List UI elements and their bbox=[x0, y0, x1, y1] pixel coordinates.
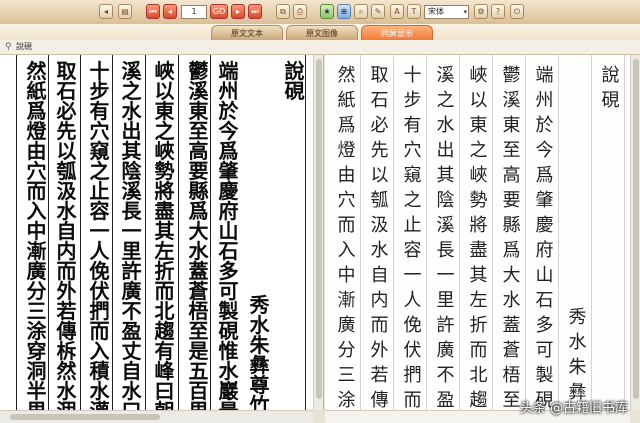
watermark: 头条 @古籍旧书库 bbox=[519, 401, 628, 416]
text-column: 鬱溪東至高要縣爲大水蓋蒼梧至 bbox=[498, 55, 526, 410]
scan-column: 端州於今爲肇慶府山石多可製硯惟水巖最 bbox=[218, 59, 239, 410]
image-horizontal-scrollbar[interactable] bbox=[0, 410, 313, 423]
document-title: 說硯 bbox=[16, 42, 32, 51]
column-rule bbox=[48, 55, 49, 410]
scan-column: 然紙爲燈由穴而入中漸廣分三涂穿洞半里 bbox=[26, 59, 47, 410]
settings-icon[interactable]: ⚙ bbox=[474, 4, 488, 19]
font-icon[interactable]: T bbox=[407, 4, 421, 19]
tab-side-by-side[interactable]: 同屏显示 bbox=[361, 25, 433, 40]
scan-column: 取石必先以瓠汲水自内而外若傳柝然水涸 bbox=[56, 59, 77, 410]
scroll-thumb[interactable] bbox=[10, 414, 160, 420]
page-number-input[interactable]: 1 bbox=[181, 5, 207, 19]
text-column: 說硯 bbox=[597, 55, 625, 410]
column-rule bbox=[112, 55, 113, 410]
text-column: 峽以東之峽勢將盡其左折而北趨 bbox=[465, 55, 493, 410]
scan-image-panel[interactable]: 說硯秀水朱彝尊竹垞端州於今爲肇慶府山石多可製硯惟水巖最鬱溪東至高要縣爲大水蓋蒼梧… bbox=[0, 55, 313, 410]
text-column: 取石必先以瓠汲水自内而外若傳柝 bbox=[366, 55, 394, 410]
scan-column: 鬱溪東至高要縣爲大水蓋蒼梧至是五百里 bbox=[188, 59, 209, 410]
back-icon[interactable]: ◂ bbox=[99, 4, 113, 19]
pin-icon[interactable]: ⚲ bbox=[5, 40, 12, 54]
exit-icon[interactable]: ⏻ bbox=[510, 4, 524, 19]
book-icon[interactable]: ▤ bbox=[118, 4, 132, 19]
text-vertical-scrollbar[interactable] bbox=[630, 55, 640, 410]
text-column: 秀水朱彝 bbox=[564, 55, 592, 410]
panel-divider[interactable] bbox=[323, 55, 324, 410]
text-column: 端州於今爲肇慶府山石多可製硯 bbox=[531, 55, 559, 410]
text-column: 十步有穴窺之止容一人俛伏捫而入 bbox=[399, 55, 427, 410]
font-select[interactable]: 宋体 ▾ bbox=[424, 5, 469, 19]
transcription-panel[interactable]: 說硯秀水朱彝端州於今爲肇慶府山石多可製硯鬱溪東至高要縣爲大水蓋蒼梧至峽以東之峽勢… bbox=[325, 55, 630, 410]
column-rule bbox=[145, 55, 146, 410]
scroll-thumb[interactable] bbox=[633, 59, 639, 399]
search-icon[interactable]: ⌕ bbox=[354, 4, 368, 19]
first-page-icon[interactable]: ⏮ bbox=[146, 4, 160, 19]
bookmark-icon[interactable]: ★ bbox=[320, 4, 334, 19]
go-button[interactable]: GO bbox=[210, 4, 228, 19]
zoom-icon[interactable]: ⊕ bbox=[337, 4, 351, 19]
document-titlebar: ⚲ 說硯 bbox=[0, 40, 640, 55]
scan-column: 秀水朱彝尊竹垞 bbox=[249, 293, 270, 410]
column-rule bbox=[305, 55, 306, 410]
column-rule bbox=[178, 55, 179, 410]
view-tabs: 原文文本 原文图像 同屏显示 bbox=[0, 24, 640, 40]
column-rule bbox=[80, 55, 81, 410]
note-icon[interactable]: ✎ bbox=[371, 4, 385, 19]
text-size-icon[interactable]: A bbox=[390, 4, 404, 19]
text-column: 然紙爲燈由穴而入中漸廣分三涂穿 bbox=[333, 55, 361, 410]
scan-column: 峽以東之峽勢將盡其左折而北趨有峰曰朝 bbox=[154, 59, 175, 410]
scroll-thumb[interactable] bbox=[316, 59, 322, 399]
tab-original-text[interactable]: 原文文本 bbox=[211, 25, 283, 40]
copy-icon[interactable]: ⧉ bbox=[276, 4, 290, 19]
print-icon[interactable]: ⎙ bbox=[293, 4, 307, 19]
next-page-icon[interactable]: ▸ bbox=[231, 4, 245, 19]
last-page-icon[interactable]: ⏭ bbox=[248, 4, 262, 19]
column-rule bbox=[210, 55, 211, 410]
help-icon[interactable]: ? bbox=[491, 4, 505, 19]
tab-original-image[interactable]: 原文图像 bbox=[286, 25, 358, 40]
scan-column: 溪之水出其陰溪長一里許廣不盈丈自水口 bbox=[121, 59, 142, 410]
scanned-page-image: 說硯秀水朱彝尊竹垞端州於今爲肇慶府山石多可製硯惟水巖最鬱溪東至高要縣爲大水蓋蒼梧… bbox=[0, 55, 313, 410]
prev-page-icon[interactable]: ◂ bbox=[163, 4, 177, 19]
scan-column: 十步有穴窺之止容一人俛伏捫而入積水灌 bbox=[89, 59, 110, 410]
column-rule bbox=[16, 55, 17, 410]
text-column: 溪之水出其陰溪長一里許廣不盈丈 bbox=[432, 55, 460, 410]
toolbar: ◂ ▤ ⏮ ◂ 1 GO ▸ ⏭ ⧉ ⎙ ★ ⊕ ⌕ ✎ A T 宋体 ▾ ⚙ ?… bbox=[0, 0, 640, 25]
